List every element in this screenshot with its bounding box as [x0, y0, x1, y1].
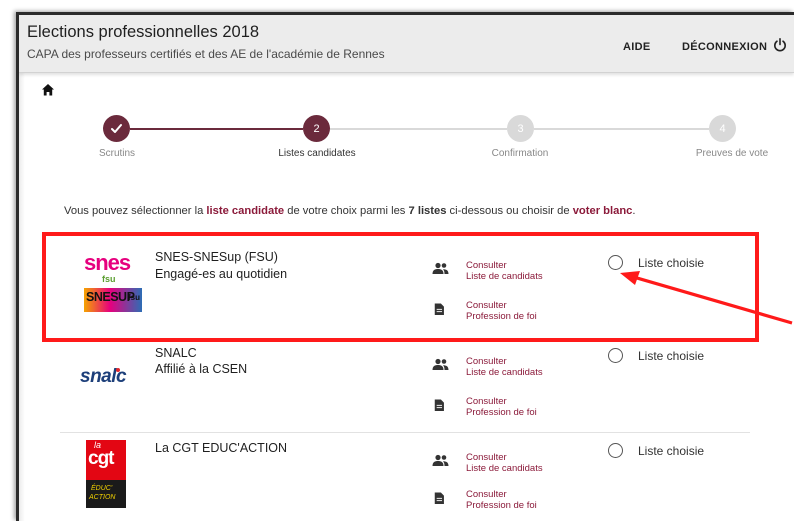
list-divider — [60, 339, 750, 340]
intro-bold: voter blanc — [572, 205, 633, 217]
choose-list-radio[interactable] — [608, 255, 623, 270]
snes-logo-sub: fsu — [102, 274, 116, 284]
step-1-label: Scrutins — [98, 148, 136, 159]
cgt-logo-educ: ÉDUC' — [91, 485, 113, 492]
consult-label: Consulter — [466, 452, 507, 463]
consult-label: Consulter — [466, 356, 507, 367]
intro-part: de votre choix parmi les — [284, 205, 409, 217]
profession-label: Profession de foi — [466, 500, 537, 511]
document-icon — [434, 492, 444, 504]
intro-bold: 7 listes — [408, 205, 447, 217]
consult-label: Consulter — [466, 489, 507, 500]
profession-label: Profession de foi — [466, 407, 537, 418]
page-title: Elections professionnelles 2018 — [27, 23, 260, 41]
snesup-logo-sub: fsu — [128, 293, 140, 302]
stepper-connector-1 — [130, 128, 303, 130]
candidates-label: Liste de candidats — [466, 463, 543, 474]
step-2-label: Listes candidates — [278, 148, 356, 159]
stepper-connector-3 — [534, 128, 709, 130]
cgt-logo-text: cgt — [88, 448, 114, 469]
power-icon[interactable] — [773, 38, 787, 52]
intro-bold: liste candidate — [206, 205, 285, 217]
intro-part: ci-dessous ou choisir de — [446, 205, 573, 217]
home-icon[interactable] — [41, 83, 55, 97]
profession-label: Profession de foi — [466, 311, 537, 322]
choose-list-label: Liste choisie — [638, 256, 705, 270]
consult-profession-button[interactable]: Consulter Profession de foi — [432, 300, 572, 324]
document-icon — [434, 303, 444, 315]
step-4-label: Preuves de vote — [695, 148, 769, 159]
list-name: SNES-SNESup (FSU) — [155, 250, 278, 264]
consult-candidates-button[interactable]: Consulter Liste de candidats — [432, 356, 572, 380]
choose-list-label: Liste choisie — [638, 349, 705, 363]
help-link[interactable]: AIDE — [623, 41, 650, 53]
people-icon — [432, 262, 449, 274]
page-subtitle: CAPA des professeurs certifiés et des AE… — [27, 47, 385, 61]
list-slogan: Engagé-es au quotidien — [155, 267, 288, 281]
panel-shadow — [19, 73, 25, 521]
consult-label: Consulter — [466, 300, 507, 311]
step-1-circle[interactable] — [103, 115, 130, 142]
snalc-logo: snalc — [80, 366, 150, 394]
stepper-connector-2 — [330, 128, 507, 130]
logout-link[interactable]: DÉCONNEXION — [682, 41, 767, 53]
check-icon — [111, 124, 122, 133]
intro-part: . — [632, 205, 636, 217]
people-icon — [432, 358, 449, 370]
step-3-label: Confirmation — [491, 148, 549, 159]
consult-label: Consulter — [466, 396, 507, 407]
consult-label: Consulter — [466, 260, 507, 271]
snes-logo-text: snes — [84, 250, 131, 275]
step-4-circle: 4 — [709, 115, 736, 142]
snes-logo: snes fsu SNESUP fsu — [82, 250, 148, 322]
step-2-circle[interactable]: 2 — [303, 115, 330, 142]
consult-candidates-button[interactable]: Consulter Liste de candidats — [432, 260, 572, 284]
app-header: Elections professionnelles 2018 CAPA des… — [19, 15, 794, 73]
snalc-logo-dot — [116, 368, 120, 372]
candidates-label: Liste de candidats — [466, 367, 543, 378]
list-slogan: Affilié à la CSEN — [155, 362, 248, 376]
choose-list-radio[interactable] — [608, 348, 623, 363]
cgt-logo-action: ACTION — [89, 494, 116, 501]
document-icon — [434, 399, 444, 411]
cgt-logo: la cgt ÉDUC' ACTION — [86, 440, 126, 508]
consult-profession-button[interactable]: Consulter Profession de foi — [432, 489, 572, 513]
consult-candidates-button[interactable]: Consulter Liste de candidats — [432, 452, 572, 476]
choose-list-label: Liste choisie — [638, 444, 705, 458]
choose-list-radio[interactable] — [608, 443, 623, 458]
list-name: SNALC — [155, 346, 197, 360]
intro-part: Vous pouvez sélectionner la — [64, 205, 207, 217]
consult-profession-button[interactable]: Consulter Profession de foi — [432, 396, 572, 420]
intro-text: Vous pouvez sélectionner la liste candid… — [64, 205, 635, 217]
candidates-label: Liste de candidats — [466, 271, 543, 282]
list-divider — [60, 432, 750, 433]
list-name: La CGT EDUC'ACTION — [155, 441, 288, 455]
step-3-circle: 3 — [507, 115, 534, 142]
people-icon — [432, 454, 449, 466]
